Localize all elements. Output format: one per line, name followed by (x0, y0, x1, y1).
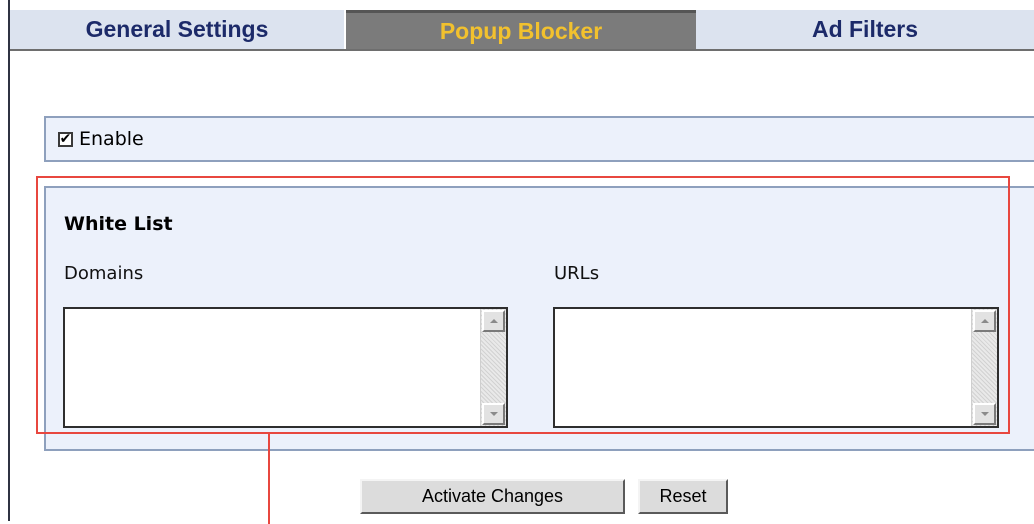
enable-section: ✔ Enable (44, 116, 1034, 162)
domains-label: Domains (64, 263, 144, 284)
domains-textarea[interactable] (63, 307, 508, 428)
popup-blocker-settings-page: General Settings Popup Blocker Ad Filter… (0, 0, 1034, 524)
arrow-down-icon (980, 412, 989, 416)
enable-label: Enable (79, 128, 144, 150)
activate-changes-button[interactable]: Activate Changes (360, 479, 625, 514)
tab-ad-filters[interactable]: Ad Filters (696, 10, 1034, 49)
urls-label: URLs (554, 263, 600, 284)
urls-scrollbar[interactable] (971, 309, 997, 426)
domains-scroll-up-button[interactable] (482, 310, 505, 332)
urls-textarea[interactable] (553, 307, 999, 428)
urls-scroll-down-button[interactable] (973, 403, 996, 425)
domains-scrollbar[interactable] (480, 309, 506, 426)
tab-general-settings[interactable]: General Settings (10, 10, 346, 49)
urls-scroll-up-button[interactable] (973, 310, 996, 332)
reset-button[interactable]: Reset (638, 479, 728, 514)
arrow-up-icon (489, 319, 498, 323)
tab-divider (10, 49, 1034, 51)
tab-bar: General Settings Popup Blocker Ad Filter… (10, 10, 1034, 49)
enable-checkbox[interactable]: ✔ (58, 131, 73, 147)
tab-popup-blocker[interactable]: Popup Blocker (346, 10, 696, 49)
highlight-callout-line (268, 434, 270, 524)
left-border (8, 0, 10, 521)
domains-scroll-down-button[interactable] (482, 403, 505, 425)
arrow-down-icon (489, 412, 498, 416)
arrow-up-icon (980, 319, 989, 323)
whitelist-title: White List (64, 213, 173, 235)
